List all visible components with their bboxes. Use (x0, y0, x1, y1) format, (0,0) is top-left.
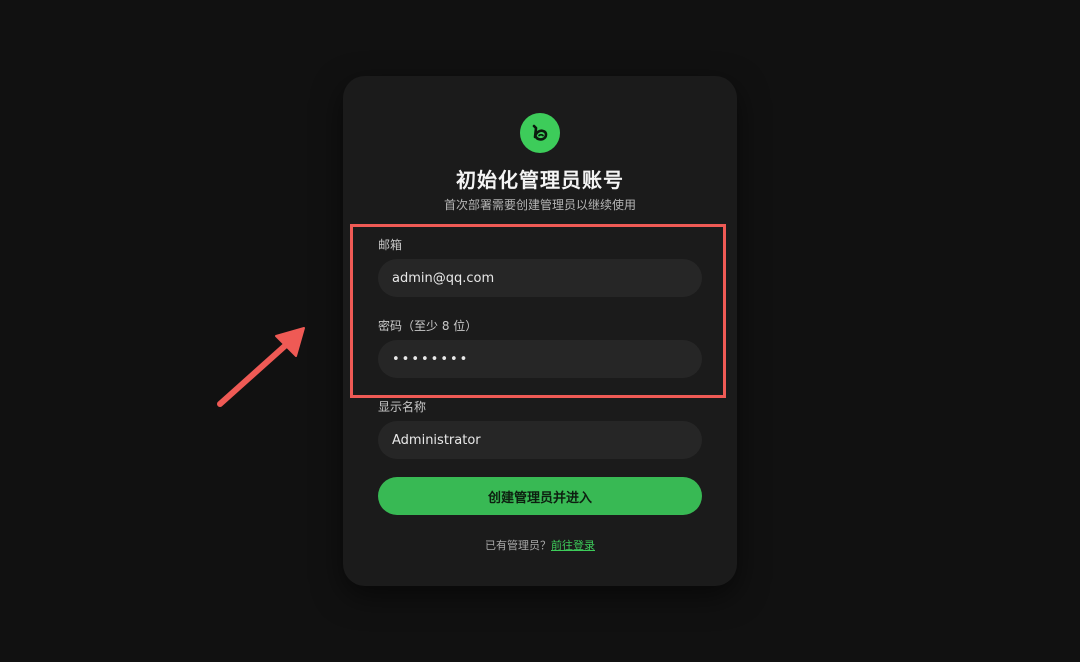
login-link[interactable]: 前往登录 (551, 539, 595, 552)
display-name-label: 显示名称 (378, 400, 427, 414)
email-value: admin@qq.com (392, 270, 495, 286)
email-field[interactable]: admin@qq.com (378, 259, 702, 297)
email-label: 邮箱 (378, 238, 403, 252)
page-background: 初始化管理员账号 首次部署需要创建管理员以继续使用 邮箱 admin@qq.co… (0, 0, 1080, 662)
login-prompt-text: 已有管理员？ (485, 539, 551, 552)
create-admin-button[interactable]: 创建管理员并进入 (378, 477, 702, 515)
setup-card: 初始化管理员账号 首次部署需要创建管理员以继续使用 邮箱 admin@qq.co… (343, 76, 737, 586)
page-subtitle: 首次部署需要创建管理员以继续使用 (443, 198, 636, 212)
password-label: 密码（至少 8 位） (378, 319, 478, 333)
login-prompt: 已有管理员？前往登录 (343, 537, 737, 553)
display-name-value: Administrator (392, 432, 481, 448)
display-name-field[interactable]: Administrator (378, 421, 702, 459)
password-value: •••••••• (392, 351, 470, 367)
brand-logo-icon (520, 113, 560, 153)
page-title: 初始化管理员账号 (456, 168, 624, 192)
arrow-icon (217, 327, 305, 407)
password-field[interactable]: •••••••• (378, 340, 702, 378)
